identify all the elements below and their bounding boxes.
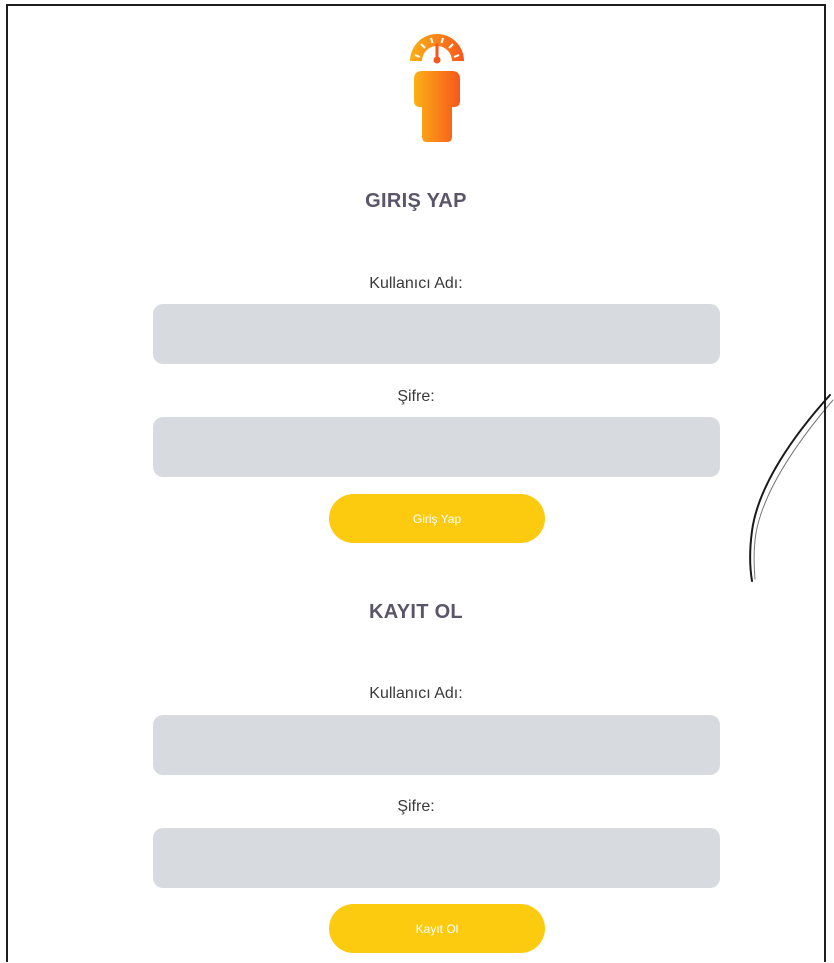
register-button[interactable]: Kayıt Ol: [329, 904, 545, 953]
gauge-person-icon: [410, 34, 464, 142]
login-button[interactable]: Giriş Yap: [329, 494, 545, 543]
login-password-label: Şifre:: [397, 388, 435, 405]
register-username-input[interactable]: [153, 715, 720, 775]
register-password-input[interactable]: [153, 828, 720, 888]
register-password-label: Şifre:: [397, 798, 435, 815]
login-title: GIRIŞ YAP: [365, 190, 467, 212]
login-password-input[interactable]: [153, 417, 720, 477]
login-username-input[interactable]: [153, 304, 720, 364]
app-window: GIRIŞ YAP Kullanıcı Adı: Şifre: Giriş Ya…: [6, 4, 834, 962]
register-title: KAYIT OL: [369, 601, 463, 623]
hand-drawn-curve: [749, 394, 834, 582]
login-username-label: Kullanıcı Adı:: [369, 275, 463, 292]
register-username-label: Kullanıcı Adı:: [369, 685, 463, 702]
